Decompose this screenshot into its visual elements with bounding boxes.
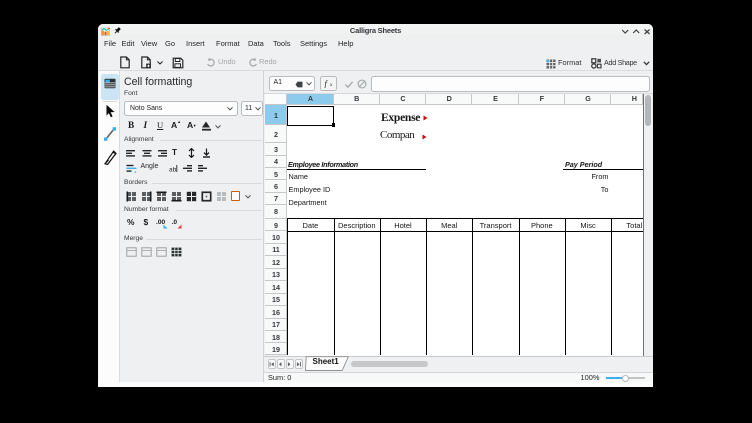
svg-text:ab: ab <box>169 166 177 173</box>
